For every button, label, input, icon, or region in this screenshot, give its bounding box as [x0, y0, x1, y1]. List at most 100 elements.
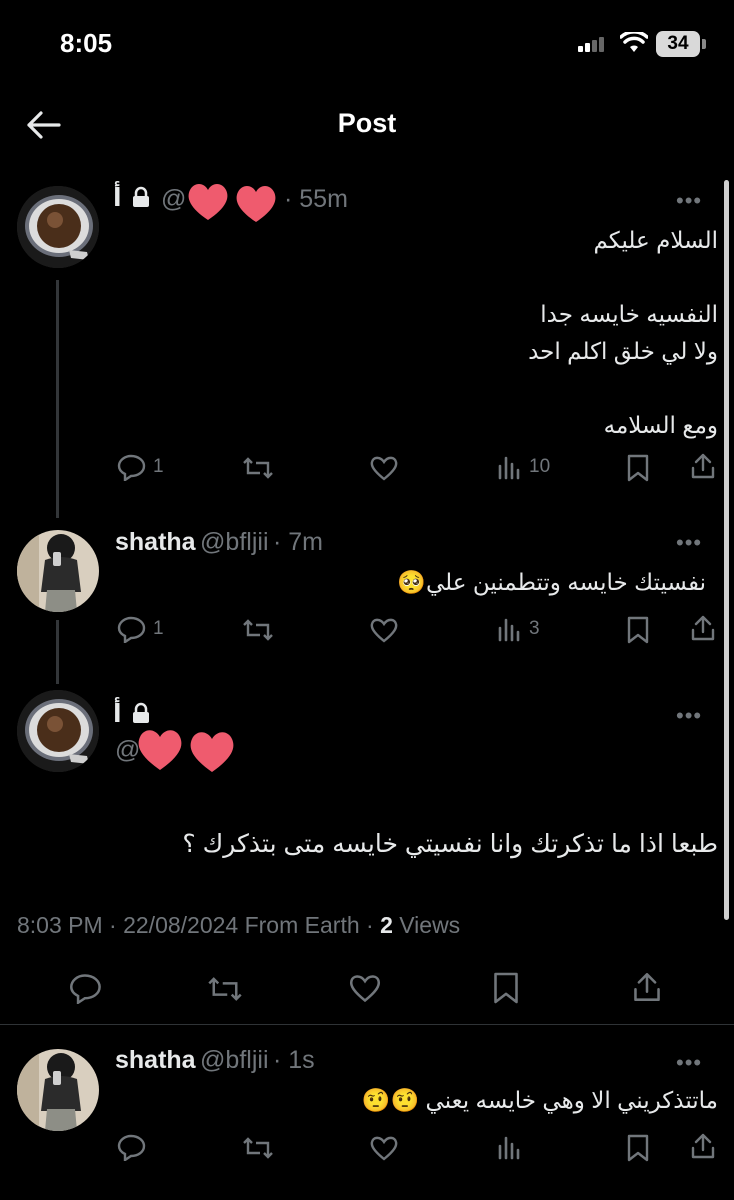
post-time: · 55m — [284, 185, 348, 213]
heart-icon — [349, 975, 381, 1003]
share-button[interactable] — [690, 452, 716, 480]
share-button[interactable] — [632, 970, 662, 1004]
reply-button[interactable]: 1 — [117, 615, 164, 643]
thread-connector-line — [56, 280, 59, 518]
heart-icon — [370, 618, 398, 643]
heart-sticker-icon — [134, 726, 238, 774]
like-button[interactable] — [369, 454, 399, 482]
analytics-icon — [498, 456, 520, 480]
more-options-icon[interactable]: ••• — [676, 530, 702, 556]
post-text-line: النفسيه خايسه جدا — [540, 301, 718, 327]
post-time: · 7m — [272, 528, 323, 556]
post-text: السلام عليكم النفسيه خايسه جدا ولا لي خل… — [138, 222, 718, 444]
post-text: طبعا اذا ما تذكرتك وانا نفسيتي خايسه متى… — [182, 830, 718, 858]
reply-icon — [70, 974, 101, 1004]
handle[interactable]: @bfljii — [200, 528, 268, 556]
page-title: Post — [337, 108, 397, 138]
repost-icon — [243, 1137, 273, 1159]
repost-button[interactable] — [242, 617, 274, 643]
handle[interactable]: @bfljii — [200, 1046, 268, 1074]
repost-icon — [243, 457, 273, 479]
reply-button[interactable] — [69, 972, 103, 1004]
repost-icon — [208, 977, 242, 1001]
display-name[interactable]: أ — [113, 183, 122, 213]
share-icon — [691, 615, 715, 641]
display-name[interactable]: أ — [113, 699, 122, 729]
repost-button[interactable] — [242, 1135, 274, 1161]
bookmark-button[interactable] — [626, 616, 650, 644]
avatar[interactable] — [17, 530, 99, 612]
reply-count: 1 — [153, 456, 164, 477]
post-text: ماتتذكريني الا وهي خايسه يعني 🤨🤨 — [361, 1087, 718, 1113]
analytics-icon — [498, 618, 520, 642]
reply-icon — [117, 454, 146, 481]
thread-connector-line — [56, 620, 59, 684]
battery-cap-icon — [702, 39, 706, 49]
wifi-icon — [620, 32, 648, 54]
status-time: 8:05 — [60, 28, 113, 58]
bookmark-button[interactable] — [492, 971, 520, 1005]
post-text-line: السلام عليكم — [593, 227, 718, 253]
share-icon — [634, 973, 660, 1001]
like-button[interactable] — [369, 1134, 399, 1162]
divider — [0, 1024, 734, 1025]
coffee-cup-avatar-image — [17, 186, 99, 268]
heart-icon — [370, 1136, 398, 1161]
bookmark-icon — [627, 616, 649, 644]
views-button[interactable] — [497, 1134, 523, 1160]
bookmark-icon — [627, 1134, 649, 1162]
repost-button[interactable] — [207, 974, 243, 1004]
avatar[interactable] — [17, 690, 99, 772]
reply-icon — [117, 1134, 146, 1161]
post-text-line: ومع السلامه — [603, 412, 718, 438]
handle[interactable]: @ — [161, 185, 186, 214]
heart-icon — [370, 456, 398, 481]
analytics-icon — [498, 1136, 520, 1160]
reply-count: 1 — [153, 618, 164, 639]
lock-icon — [131, 702, 151, 724]
repost-icon — [243, 619, 273, 641]
display-name[interactable]: shatha — [115, 1046, 196, 1074]
coffee-cup-avatar-image — [17, 690, 99, 772]
like-button[interactable] — [369, 616, 399, 644]
scrollbar[interactable] — [724, 180, 729, 920]
views-button[interactable]: 10 — [497, 454, 550, 480]
display-name[interactable]: shatha — [115, 528, 196, 556]
like-button[interactable] — [348, 972, 382, 1004]
share-button[interactable] — [690, 1132, 716, 1160]
reply-button[interactable] — [117, 1133, 147, 1161]
battery-level: 34 — [656, 31, 700, 57]
share-button[interactable] — [690, 614, 716, 642]
post-time: · 1s — [272, 1046, 315, 1074]
views-count: 3 — [529, 618, 540, 639]
repost-button[interactable] — [242, 455, 274, 481]
views-button[interactable]: 3 — [497, 616, 540, 642]
bookmark-icon — [494, 972, 518, 1004]
post-meta: 8:03 PM · 22/08/2024 From Earth · 2 View… — [17, 912, 460, 939]
lock-icon — [131, 186, 151, 208]
share-icon — [691, 453, 715, 479]
post-timestamp: 8:03 PM · 22/08/2024 From Earth · — [17, 912, 381, 938]
views-count: 10 — [529, 456, 551, 477]
reply-icon — [117, 616, 146, 643]
views-label: Views — [392, 912, 461, 938]
more-options-icon[interactable]: ••• — [676, 1050, 702, 1076]
heart-sticker-icon — [184, 180, 284, 224]
more-options-icon[interactable]: ••• — [676, 188, 702, 214]
share-icon — [691, 1133, 715, 1159]
more-options-icon[interactable]: ••• — [676, 703, 702, 729]
post-text-line: ولا لي خلق اكلم احد — [528, 338, 718, 364]
user-photo-avatar-image — [17, 530, 99, 612]
post-text: نفسيتك خايسه وتتطمنين علي🥺 — [397, 569, 706, 595]
cellular-signal-icon — [578, 36, 608, 52]
user-photo-avatar-image — [17, 1049, 99, 1131]
reply-button[interactable]: 1 — [117, 453, 164, 481]
bookmark-icon — [627, 454, 649, 482]
views-count: 2 — [380, 912, 393, 938]
bookmark-button[interactable] — [626, 1134, 650, 1162]
avatar[interactable] — [17, 186, 99, 268]
bookmark-button[interactable] — [626, 454, 650, 482]
avatar[interactable] — [17, 1049, 99, 1131]
